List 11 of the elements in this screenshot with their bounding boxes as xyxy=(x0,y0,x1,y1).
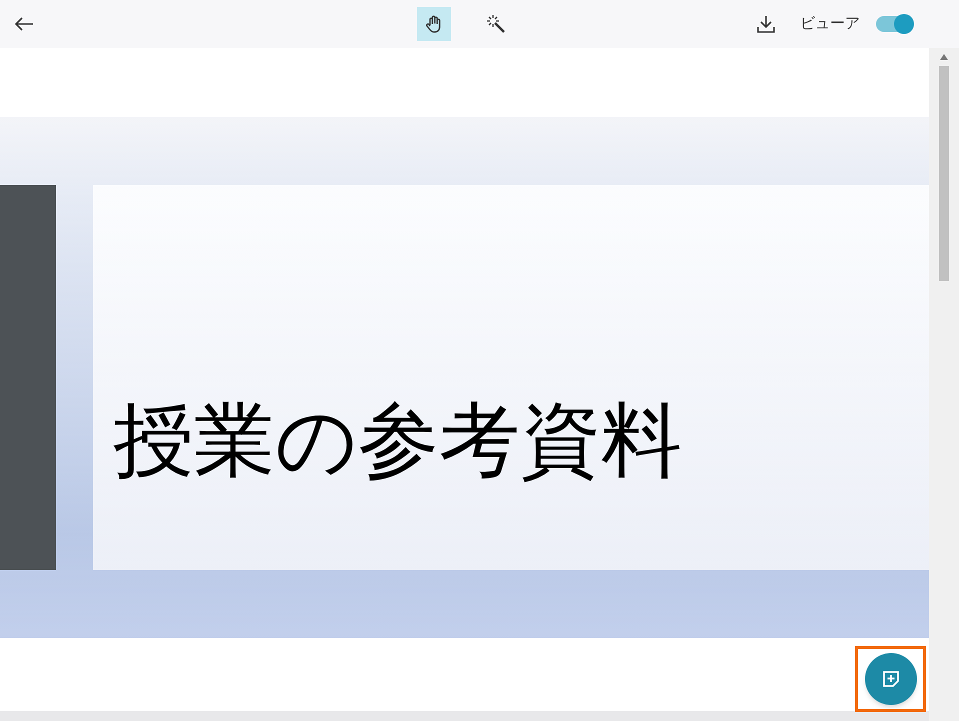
scrollbar-thumb[interactable] xyxy=(939,66,949,281)
download-icon xyxy=(756,14,776,34)
magic-wand-icon xyxy=(486,14,506,34)
slide-title: 授業の参考資料 xyxy=(113,401,682,482)
back-arrow-icon xyxy=(14,16,34,32)
viewer-label: ビューア xyxy=(800,14,860,34)
add-note-icon xyxy=(882,670,900,688)
scroll-up-icon[interactable] xyxy=(940,54,948,60)
viewer-toggle[interactable] xyxy=(876,16,912,32)
horizontal-scrollbar[interactable] xyxy=(0,711,929,721)
tool-button[interactable] xyxy=(417,7,451,41)
